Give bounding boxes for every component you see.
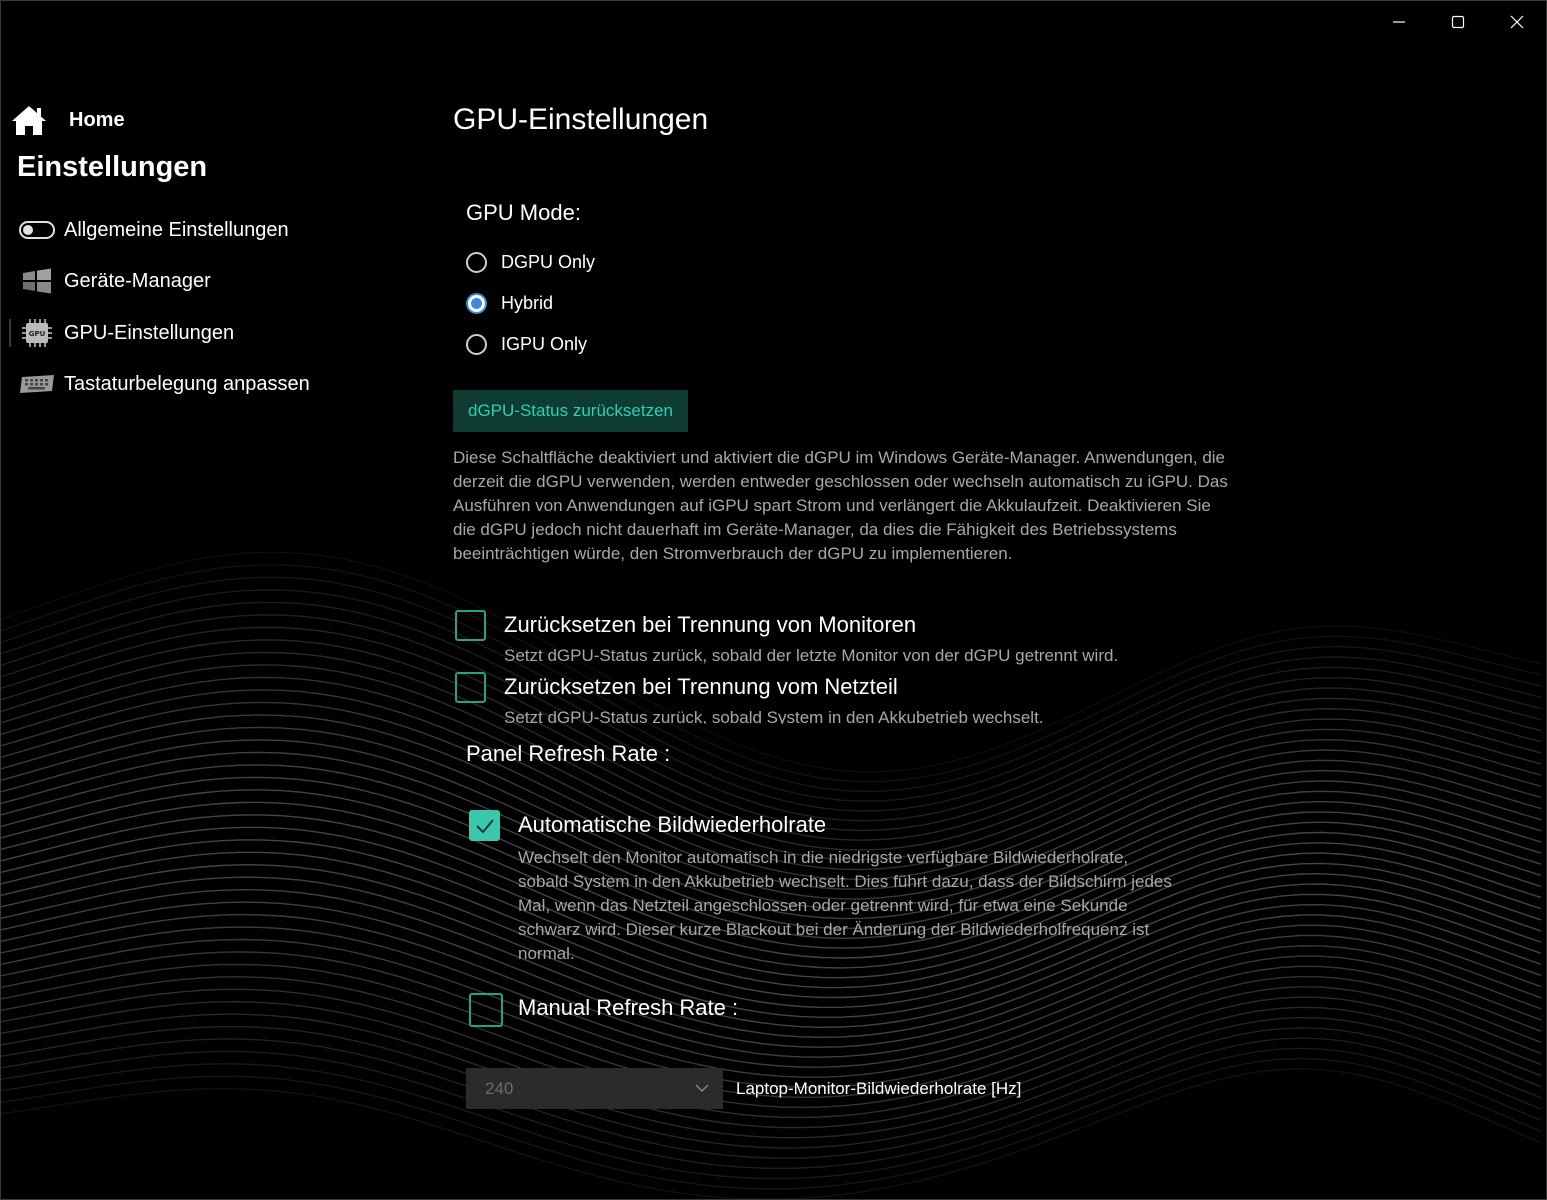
checkbox-title: Manual Refresh Rate : [518,995,739,1020]
reset-dgpu-button[interactable]: dGPU-Status zurücksetzen [453,390,688,432]
windows-icon [19,267,55,295]
selected-indicator [9,319,11,347]
checkbox[interactable] [469,993,503,1027]
panel-refresh-label: Panel Refresh Rate : [466,741,671,766]
close-icon [1510,15,1524,29]
sidebar-item-device-manager[interactable]: Geräte-Manager [19,261,211,301]
radio-button[interactable] [466,333,487,355]
radio-label: IGPU Only [501,333,588,354]
sidebar-item-keyboard-mapping[interactable]: Tastaturbelegung anpassen [19,364,310,404]
refresh-rate-label: Laptop-Monitor-Bildwiederholrate [Hz] [736,1079,1022,1098]
checkbox-title: Zurücksetzen bei Trennung von Monitoren [504,612,917,637]
checkbox-subtitle: Wechselt den Monitor automatisch in die … [518,848,1172,963]
gpu-mode-label: GPU Mode: [466,200,581,225]
radio-igpu-only[interactable]: IGPU Only [466,330,587,358]
page-title: GPU-Einstellungen [453,103,709,136]
gpu-chip-icon: GPU [19,319,55,347]
maximize-icon [1451,15,1465,29]
minimize-button[interactable] [1370,1,1428,43]
checkbox-checked[interactable] [469,810,500,841]
select-value: 240 [485,1078,514,1098]
home-icon [12,106,46,135]
checkmark-icon [475,818,494,833]
radio-dgpu-only[interactable]: DGPU Only [466,248,595,276]
sidebar-item-label: Geräte-Manager [64,269,211,292]
reset-on-power-checkbox-row[interactable]: Zurücksetzen bei Trennung vom Netzteil S… [455,672,1044,724]
checkbox[interactable] [455,672,486,703]
sidebar-section-title: Einstellungen [17,151,208,183]
home-nav-item[interactable]: Home [11,101,125,139]
radio-button[interactable] [466,292,487,314]
radio-label: Hybrid [501,292,554,313]
keyboard-icon [19,370,55,398]
svg-text:GPU: GPU [29,330,46,338]
radio-label: DGPU Only [501,251,596,272]
sidebar-item-label: Allgemeine Einstellungen [64,218,289,241]
background-wave-pattern [1,551,1542,1199]
radio-hybrid[interactable]: Hybrid [466,289,553,317]
minimize-icon [1393,21,1405,23]
sidebar-item-label: GPU-Einstellungen [64,321,235,344]
sidebar-item-general-settings[interactable]: Allgemeine Einstellungen [19,210,289,250]
checkbox[interactable] [455,610,486,641]
checkbox-subtitle: Setzt dGPU-Status zurück, sobald System … [504,708,1044,724]
reset-on-monitor-checkbox-row[interactable]: Zurücksetzen bei Trennung von Monitoren … [455,610,1118,668]
checkbox-title: Automatische Bildwiederholrate [518,812,827,837]
maximize-button[interactable] [1429,1,1487,43]
checkbox-title: Zurücksetzen bei Trennung vom Netzteil [504,674,898,699]
auto-refresh-checkbox-row[interactable]: Automatische Bildwiederholrate Wechselt … [469,810,1178,966]
home-label: Home [69,108,125,131]
toggle-icon [19,216,55,244]
close-button[interactable] [1488,1,1546,43]
app-window: Home Einstellungen Allgemeine Einstellun… [0,0,1547,1200]
sidebar-item-gpu-settings[interactable]: GPU GPU-Einstellungen [19,313,234,353]
chevron-down-icon [695,1084,709,1092]
radio-button[interactable] [466,251,487,273]
clipped-panel: Zurücksetzen bei Trennung vom Netzteil S… [453,661,1253,724]
manual-refresh-checkbox-row[interactable]: Manual Refresh Rate : [469,993,738,1027]
refresh-rate-select[interactable]: 240 [466,1068,723,1109]
sidebar-item-label: Tastaturbelegung anpassen [64,372,310,395]
reset-description: Diese Schaltfläche deaktiviert und aktiv… [453,448,1228,563]
